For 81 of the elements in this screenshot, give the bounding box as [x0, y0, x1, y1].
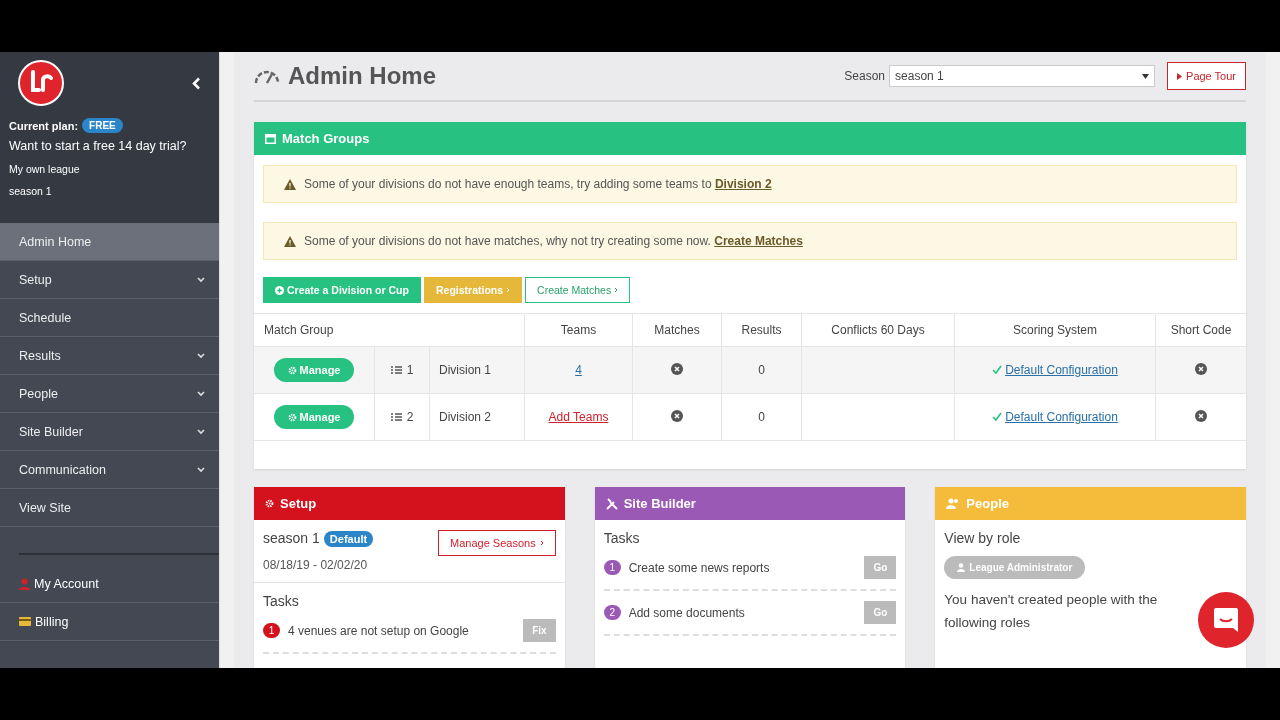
card-title: Match Groups	[282, 131, 370, 146]
season-name: season 1	[9, 185, 53, 197]
chat-icon	[1213, 607, 1239, 633]
x-circle-icon	[671, 409, 683, 422]
tools-icon	[605, 497, 618, 510]
chevron-down-icon	[197, 352, 205, 359]
empty-roles-note: You haven't created people with the following roles	[944, 591, 1159, 632]
scrollbar[interactable]	[1266, 52, 1280, 668]
table-cell: 0	[721, 393, 802, 441]
card-title: Site Builder	[623, 496, 696, 511]
season-label: Season	[844, 69, 886, 83]
scoring-link[interactable]: Default Configuration	[1005, 409, 1118, 424]
nav-label: My Account	[34, 576, 99, 591]
x-circle-icon	[1195, 409, 1207, 422]
season-name: season 1	[263, 530, 320, 546]
x-circle-icon	[1195, 362, 1207, 375]
teams-link[interactable]: Add Teams	[548, 410, 609, 424]
chevron-right-icon	[539, 540, 544, 546]
nav-label: Billing	[35, 614, 69, 629]
action-button[interactable]: Create Matches	[525, 277, 631, 303]
collapse-icon[interactable]	[192, 76, 201, 90]
warning-icon	[284, 235, 296, 247]
people-icon	[946, 498, 961, 509]
table-cell: 0	[721, 346, 802, 394]
gear-icon	[287, 365, 297, 375]
warning-icon	[284, 178, 296, 190]
task-text: 4 venues are not setup on Google	[288, 623, 469, 638]
league-name: My own league	[9, 163, 81, 175]
chevron-down-icon	[197, 466, 205, 473]
plus-circle-icon	[275, 285, 284, 295]
person-icon	[957, 563, 966, 572]
list-icon	[390, 413, 402, 421]
list-icon	[390, 366, 402, 374]
order-number: 1	[406, 363, 414, 377]
plan-label: Current plan:	[9, 119, 79, 132]
dropdown-icon	[1142, 73, 1150, 79]
chevron-down-icon	[197, 428, 205, 435]
gear-icon	[265, 499, 274, 508]
task-text: Create some news reports	[628, 560, 770, 575]
scoring-link[interactable]: Default Configuration	[1005, 362, 1118, 377]
card-title: Setup	[280, 496, 317, 511]
alert-text: Some of your divisions do not have matches, why not try creating some now. Create Matches	[304, 234, 803, 248]
page-title: Admin Home	[288, 62, 436, 90]
tasks-title: Tasks	[263, 593, 300, 609]
card-subtitle: View by role	[944, 530, 1022, 546]
logo-icon[interactable]	[18, 60, 64, 106]
task-number: 1	[263, 623, 280, 638]
x-circle-icon	[671, 362, 683, 375]
manage-seasons-button[interactable]: Manage Seasons	[438, 530, 556, 556]
trial-link[interactable]: Want to start a free 14 day trial?	[9, 139, 210, 153]
tasks-title: Tasks	[603, 530, 641, 546]
gear-icon	[287, 412, 297, 422]
nav-item[interactable]: Admin Home	[0, 223, 219, 261]
check-icon	[992, 365, 1003, 375]
check-icon	[992, 412, 1003, 422]
card-title: People	[966, 496, 1009, 511]
season-select[interactable]: season 1	[889, 65, 1156, 87]
play-icon	[1177, 72, 1183, 80]
speedometer-icon	[254, 68, 280, 84]
task-text: Add some documents	[628, 605, 745, 620]
chevron-down-icon	[197, 390, 205, 397]
task-number: 2	[603, 605, 621, 620]
teams-link[interactable]: 4	[575, 363, 582, 377]
alert-link[interactable]: Create Matches	[714, 234, 803, 248]
scrollbar[interactable]	[219, 52, 234, 668]
chevron-right-icon	[506, 287, 511, 293]
chevron-down-icon	[197, 276, 205, 283]
table-cell: Division 2	[429, 393, 525, 441]
plan-badge: FREE	[82, 118, 123, 133]
table-cell: Division 1	[429, 346, 525, 394]
calendar-icon	[265, 133, 276, 144]
season-dates: 08/18/19 - 02/02/20	[263, 558, 369, 572]
task-number: 1	[603, 560, 621, 575]
alert-link[interactable]: Division 2	[714, 177, 772, 191]
chevron-right-icon	[614, 287, 619, 293]
credit-card-icon	[19, 617, 31, 626]
default-badge: Default	[323, 531, 374, 547]
order-number: 2	[406, 410, 414, 424]
page-tour-button[interactable]: Page Tour	[1167, 62, 1246, 90]
alert-text: Some of your divisions do not have enough teams, try adding some teams to Division 2	[304, 177, 772, 191]
person-icon	[19, 577, 30, 590]
